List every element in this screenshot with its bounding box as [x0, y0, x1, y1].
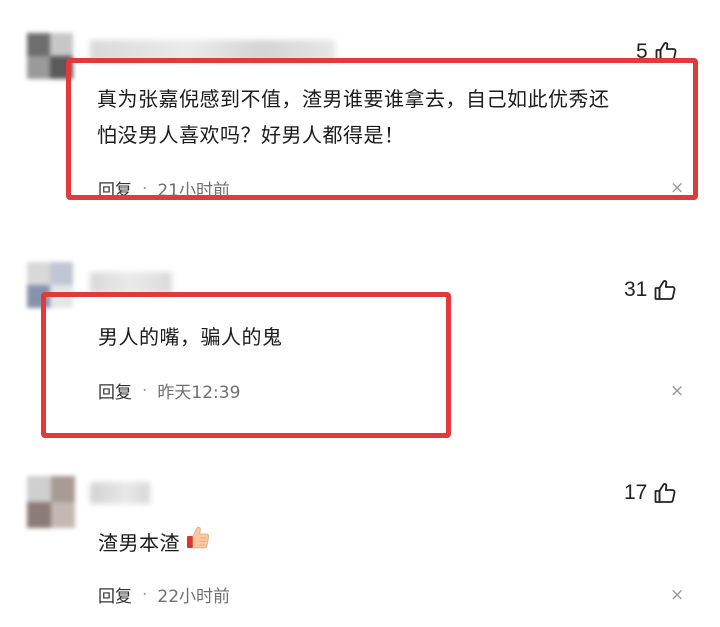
- thumbs-up-outline-icon: [653, 481, 677, 505]
- comment-text: 渣男本渣: [98, 523, 212, 562]
- timestamp: 22小时前: [157, 587, 231, 607]
- username-blurred: [90, 482, 150, 504]
- like-count: 17: [624, 481, 648, 504]
- avatar[interactable]: [27, 476, 75, 528]
- comment-meta: 回复 · 22小时前: [98, 582, 231, 608]
- close-icon[interactable]: ×: [670, 585, 684, 605]
- like-button[interactable]: 17: [624, 481, 677, 505]
- comment-text-line: 渣男本渣: [98, 530, 180, 555]
- comment-3: 17 渣男本渣 回复 · 22小时前 ×: [0, 0, 720, 627]
- separator-dot: ·: [142, 584, 148, 605]
- reply-button[interactable]: 回复: [98, 582, 132, 607]
- thumbs-up-emoji-icon: [184, 523, 212, 562]
